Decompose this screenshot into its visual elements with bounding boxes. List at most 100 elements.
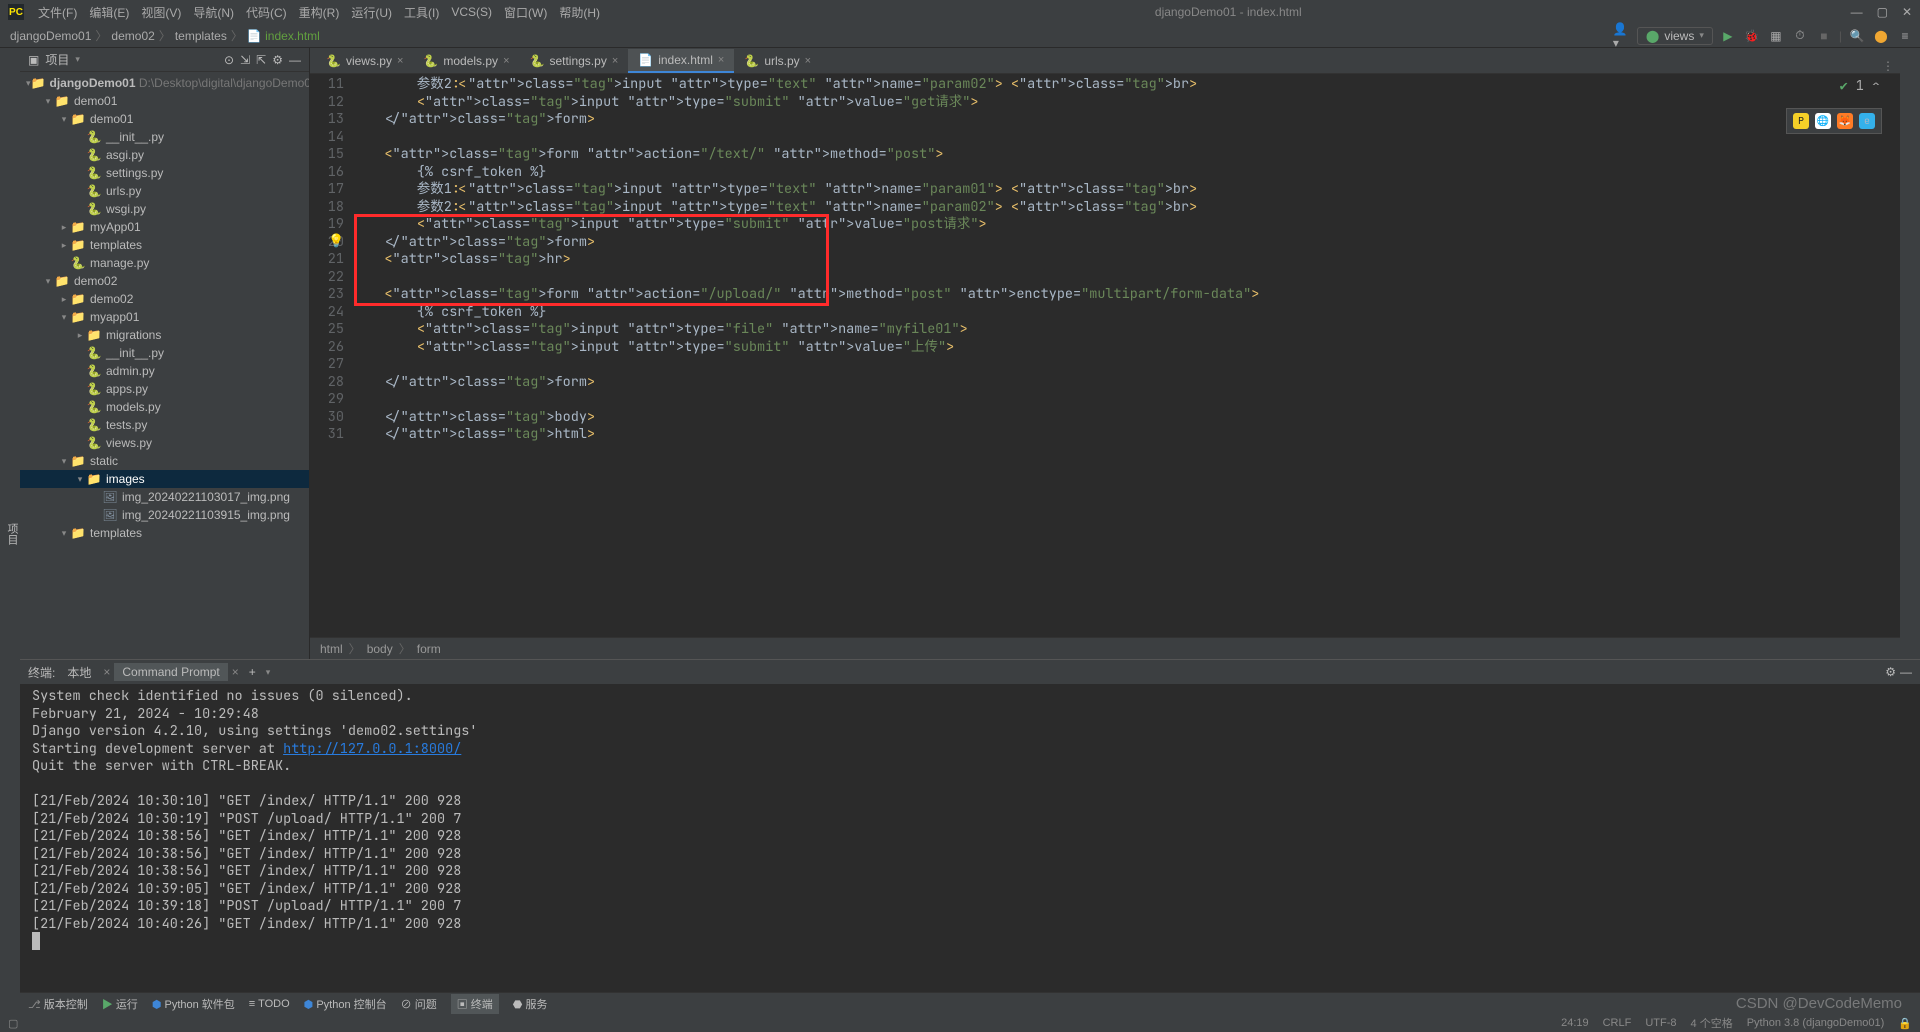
right-tool-strip[interactable] bbox=[1900, 48, 1920, 659]
tree-views[interactable]: views.py bbox=[106, 436, 152, 450]
tree-root[interactable]: djangoDemo01 bbox=[49, 76, 135, 90]
profile-icon[interactable]: ⏱ bbox=[1791, 27, 1809, 45]
tree-init2[interactable]: __init__.py bbox=[106, 346, 164, 360]
crumb-proj[interactable]: djangoDemo01 bbox=[6, 29, 95, 43]
tree-img2[interactable]: img_20240221103915_img.png bbox=[122, 508, 290, 522]
tree-myapp01-upper[interactable]: myApp01 bbox=[90, 220, 141, 234]
crumb-2[interactable]: templates bbox=[171, 29, 231, 43]
project-dropdown-icon[interactable]: ▣ bbox=[28, 53, 39, 67]
crumb-file[interactable]: 📄 index.html bbox=[243, 29, 324, 43]
terminal-more-icon[interactable]: ▾ bbox=[266, 667, 271, 678]
tabs-more-icon[interactable]: ⋮ bbox=[1876, 59, 1900, 73]
intention-bulb-icon[interactable]: 💡 bbox=[328, 232, 344, 250]
terminal-add-icon[interactable]: + bbox=[243, 665, 262, 679]
tool-services[interactable]: ⬣ 服务 bbox=[513, 996, 548, 1012]
maximize-icon[interactable]: ▢ bbox=[1877, 5, 1888, 19]
tree-asgi[interactable]: asgi.py bbox=[106, 148, 144, 162]
terminal-tab-local[interactable]: 本地 bbox=[59, 662, 99, 683]
tab-models[interactable]: 🐍models.py× bbox=[413, 49, 519, 73]
terminal-tab-cmd[interactable]: Command Prompt bbox=[114, 663, 227, 681]
tree-images[interactable]: images bbox=[106, 472, 145, 486]
tool-pkg[interactable]: ⬢ Python 软件包 bbox=[152, 996, 235, 1012]
menu-tools[interactable]: 工具(I) bbox=[398, 4, 445, 21]
update-icon[interactable]: ⬤ bbox=[1872, 27, 1890, 45]
tree-tests[interactable]: tests.py bbox=[106, 418, 147, 432]
status-interpreter[interactable]: Python 3.8 (djangoDemo01) bbox=[1747, 1017, 1885, 1029]
edge-icon[interactable]: e bbox=[1859, 113, 1875, 129]
tree-manage[interactable]: manage.py bbox=[90, 256, 149, 270]
tree-wsgi[interactable]: wsgi.py bbox=[106, 202, 146, 216]
status-eol[interactable]: CRLF bbox=[1603, 1017, 1632, 1029]
status-box-icon[interactable]: ▢ bbox=[8, 1017, 18, 1030]
tree-static[interactable]: static bbox=[90, 454, 118, 468]
tree-img1[interactable]: img_20240221103017_img.png bbox=[122, 490, 290, 504]
tool-problems[interactable]: ⊘ 问题 bbox=[401, 996, 437, 1012]
user-icon[interactable]: 👤▾ bbox=[1613, 27, 1631, 45]
tool-terminal[interactable]: ▣ 终端 bbox=[451, 994, 499, 1014]
chrome-icon[interactable]: 🌐 bbox=[1815, 113, 1831, 129]
editor-breadcrumbs[interactable]: html〉 body〉 form bbox=[310, 637, 1900, 659]
collapse-icon[interactable]: ⇲ bbox=[240, 53, 250, 67]
tree-init[interactable]: __init__.py bbox=[106, 130, 164, 144]
tree-demo02-inner[interactable]: demo02 bbox=[90, 292, 133, 306]
code-editor[interactable]: 参数2:<"attr">class="tag">input "attr">typ… bbox=[352, 74, 1900, 637]
tool-run[interactable]: ▶ 运行 bbox=[102, 996, 138, 1012]
status-enc[interactable]: UTF-8 bbox=[1645, 1017, 1676, 1029]
menu-vcs[interactable]: VCS(S) bbox=[445, 5, 498, 19]
tree-admin[interactable]: admin.py bbox=[106, 364, 155, 378]
tool-console[interactable]: ⬢ Python 控制台 bbox=[304, 996, 387, 1012]
run-icon[interactable]: ▶ bbox=[1719, 27, 1737, 45]
tool-todo[interactable]: ≡ TODO bbox=[249, 998, 290, 1010]
tree-demo01[interactable]: demo01 bbox=[74, 94, 117, 108]
minimize-icon[interactable]: — bbox=[1851, 5, 1863, 19]
menu-window[interactable]: 窗口(W) bbox=[498, 4, 553, 21]
terminal-hide-icon[interactable]: — bbox=[1900, 665, 1912, 679]
tree-migrations[interactable]: migrations bbox=[106, 328, 161, 342]
tree-myapp01[interactable]: myapp01 bbox=[90, 310, 139, 324]
tab-views[interactable]: 🐍views.py× bbox=[316, 49, 413, 73]
tab-urls[interactable]: 🐍urls.py× bbox=[734, 49, 821, 73]
menu-refactor[interactable]: 重构(R) bbox=[293, 4, 346, 21]
crumb-1[interactable]: demo02 bbox=[107, 29, 158, 43]
terminal-settings-icon[interactable]: ⚙ bbox=[1885, 665, 1896, 679]
expand-icon[interactable]: ⇱ bbox=[256, 53, 266, 67]
search-icon[interactable]: 🔍 bbox=[1848, 27, 1866, 45]
hide-panel-icon[interactable]: — bbox=[289, 53, 301, 67]
status-indent[interactable]: 4 个空格 bbox=[1691, 1015, 1733, 1031]
status-lock-icon[interactable]: 🔒 bbox=[1898, 1017, 1912, 1030]
menu-nav[interactable]: 导航(N) bbox=[187, 4, 240, 21]
project-tree[interactable]: ▾📁djangoDemo01 D:\Desktop\digital\django… bbox=[20, 72, 309, 659]
left-tool-strip[interactable]: 项目 bbox=[0, 48, 20, 1014]
tree-urls[interactable]: urls.py bbox=[106, 184, 141, 198]
pycharm-icon[interactable]: P bbox=[1793, 113, 1809, 129]
settings-bar-icon[interactable]: ≡ bbox=[1896, 27, 1914, 45]
close-icon[interactable]: ✕ bbox=[1902, 5, 1912, 19]
menu-help[interactable]: 帮助(H) bbox=[553, 4, 606, 21]
menu-view[interactable]: 视图(V) bbox=[135, 4, 187, 21]
tree-templates2[interactable]: templates bbox=[90, 526, 142, 540]
stop-icon[interactable]: ■ bbox=[1815, 27, 1833, 45]
menu-edit[interactable]: 编辑(E) bbox=[83, 4, 135, 21]
tab-index[interactable]: 📄index.html× bbox=[628, 49, 734, 73]
tree-models[interactable]: models.py bbox=[106, 400, 161, 414]
settings-icon[interactable]: ⚙ bbox=[272, 53, 283, 67]
select-opened-icon[interactable]: ⊙ bbox=[224, 53, 234, 67]
terminal-output[interactable]: System check identified no issues (0 sil… bbox=[20, 684, 1920, 992]
tree-apps[interactable]: apps.py bbox=[106, 382, 148, 396]
firefox-icon[interactable]: 🦊 bbox=[1837, 113, 1853, 129]
menu-run[interactable]: 运行(U) bbox=[345, 4, 398, 21]
menu-code[interactable]: 代码(C) bbox=[240, 4, 293, 21]
menu-file[interactable]: 文件(F) bbox=[32, 4, 83, 21]
tool-vcs[interactable]: ⎇ 版本控制 bbox=[28, 996, 88, 1012]
tree-demo01-inner[interactable]: demo01 bbox=[90, 112, 133, 126]
tab-settings[interactable]: 🐍settings.py× bbox=[520, 49, 629, 73]
tree-settings[interactable]: settings.py bbox=[106, 166, 163, 180]
browser-preview-icons[interactable]: P 🌐 🦊 e bbox=[1786, 108, 1882, 134]
debug-icon[interactable]: 🐞 bbox=[1743, 27, 1761, 45]
tree-templates1[interactable]: templates bbox=[90, 238, 142, 252]
status-pos[interactable]: 24:19 bbox=[1561, 1017, 1589, 1029]
tree-demo02[interactable]: demo02 bbox=[74, 274, 117, 288]
run-config[interactable]: ⬤views▾ bbox=[1637, 27, 1713, 45]
inspection-badges[interactable]: ✔1⌃ bbox=[1840, 78, 1880, 96]
coverage-icon[interactable]: ▦ bbox=[1767, 27, 1785, 45]
